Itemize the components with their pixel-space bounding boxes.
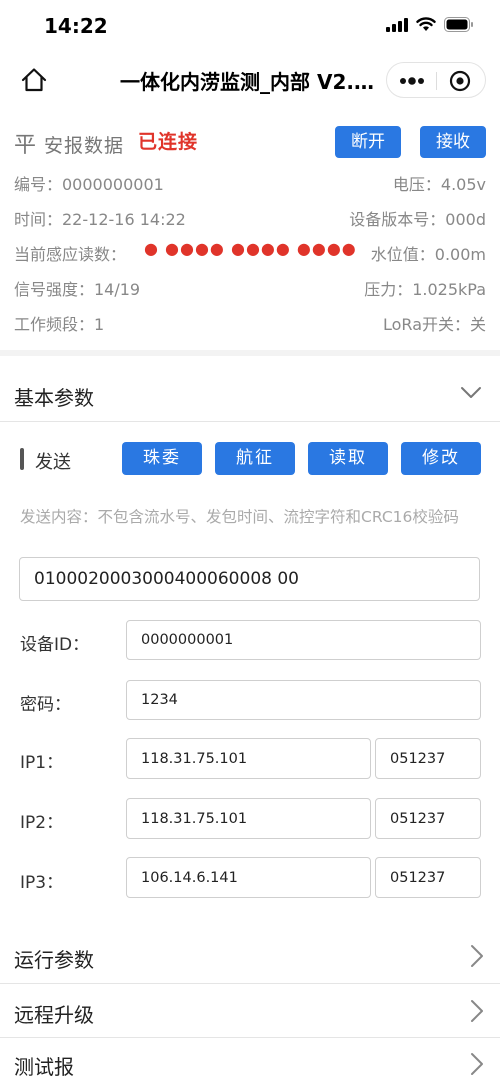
timestamp: 时间：22-12-16 14:22: [14, 210, 186, 229]
send-marker: [20, 448, 24, 470]
pressure: 压力：1.025kPa: [364, 280, 486, 299]
status-icons: [386, 17, 474, 32]
chevron-down-icon[interactable]: [460, 386, 482, 400]
ip2-label: IP2：: [20, 813, 64, 833]
water-level: 水位值：0.00m: [370, 245, 486, 264]
divider: [0, 421, 500, 422]
device-version: 设备版本号：000d: [349, 210, 486, 229]
ip2-port-input[interactable]: 051237: [375, 798, 481, 839]
header-title: 平 安报数据: [14, 127, 124, 159]
send-content-input[interactable]: 0100020003000400060008 00: [19, 557, 480, 601]
run-params-title[interactable]: 运行参数: [14, 944, 94, 973]
signal-icon: [386, 17, 408, 32]
device-id-label: 设备ID：: [20, 635, 90, 655]
header-title-rest: 安报数据: [37, 135, 125, 157]
work-band: 工作频段：1: [14, 315, 105, 334]
chevron-right-icon[interactable]: [470, 1052, 484, 1076]
capsule-divider: [436, 72, 437, 90]
data-header: 平 安报数据 已连接 断开 接收: [14, 124, 486, 158]
mini-program-capsule: [386, 62, 486, 98]
ip3-port-input[interactable]: 051237: [375, 857, 481, 898]
divider: [0, 1037, 500, 1038]
divider: [0, 983, 500, 984]
disconnect-button[interactable]: 断开: [335, 126, 401, 158]
sensor-reading-label: 当前感应读数：: [14, 245, 127, 264]
info-row-3: 当前感应读数： ● ●●●● ●●●● ●●●● 水位值：0.00m: [14, 239, 486, 267]
password-label: 密码：: [20, 695, 71, 715]
password-input[interactable]: 1234: [126, 680, 481, 720]
remote-upgrade-title[interactable]: 远程升级: [14, 999, 94, 1028]
info-row-2: 时间：22-12-16 14:22 设备版本号：000d: [14, 206, 486, 232]
device-id-input[interactable]: 0000000001: [126, 620, 481, 660]
signal-strength: 信号强度：14/19: [14, 280, 141, 299]
info-row-1: 编号：0000000001 电压：4.05v: [14, 171, 486, 197]
connection-status: 已连接: [138, 131, 199, 153]
status-bar: 14:22: [0, 0, 500, 52]
more-icon[interactable]: [399, 74, 425, 88]
ip2-input[interactable]: 118.31.75.101: [126, 798, 371, 839]
wifi-icon: [416, 17, 436, 31]
ip1-label: IP1：: [20, 753, 64, 773]
ip3-input[interactable]: 106.14.6.141: [126, 857, 371, 898]
send-hint: 发送内容：不包含流水号、发包时间、流控字符和CRC16校验码: [20, 508, 459, 526]
status-time: 14:22: [44, 14, 108, 38]
chevron-right-icon[interactable]: [470, 944, 484, 968]
receive-button[interactable]: 接收: [420, 126, 486, 158]
voltage: 电压：4.05v: [392, 175, 486, 194]
read-button[interactable]: 读取: [308, 442, 388, 475]
chevron-right-icon[interactable]: [470, 999, 484, 1023]
sensor-reading-dots: ● ●●●● ●●●● ●●●●: [144, 239, 357, 258]
test-report-title[interactable]: 测试报: [14, 1051, 74, 1080]
header-title-first: 平: [14, 133, 38, 158]
zhuwei-button[interactable]: 珠委: [122, 442, 202, 475]
send-label: 发送: [35, 452, 71, 473]
ip1-port-input[interactable]: 051237: [375, 738, 481, 779]
serial-number: 编号：0000000001: [14, 175, 164, 194]
info-row-4: 信号强度：14/19 压力：1.025kPa: [14, 276, 486, 302]
hangzheng-button[interactable]: 航征: [215, 442, 295, 475]
lora-switch: LoRa开关：关: [383, 315, 486, 334]
ip3-label: IP3：: [20, 873, 64, 893]
info-row-5: 工作频段：1 LoRa开关：关: [14, 311, 486, 337]
nav-bar: 一体化内涝监测_内部 V2.…: [0, 52, 500, 108]
page-title: 一体化内涝监测_内部 V2.…: [120, 70, 374, 94]
ip1-input[interactable]: 118.31.75.101: [126, 738, 371, 779]
section-divider: [0, 350, 500, 356]
close-miniprogram-icon[interactable]: [449, 70, 471, 92]
home-icon[interactable]: [20, 66, 48, 94]
battery-icon: [444, 17, 473, 32]
modify-button[interactable]: 修改: [401, 442, 481, 475]
basic-params-title[interactable]: 基本参数: [14, 382, 94, 411]
